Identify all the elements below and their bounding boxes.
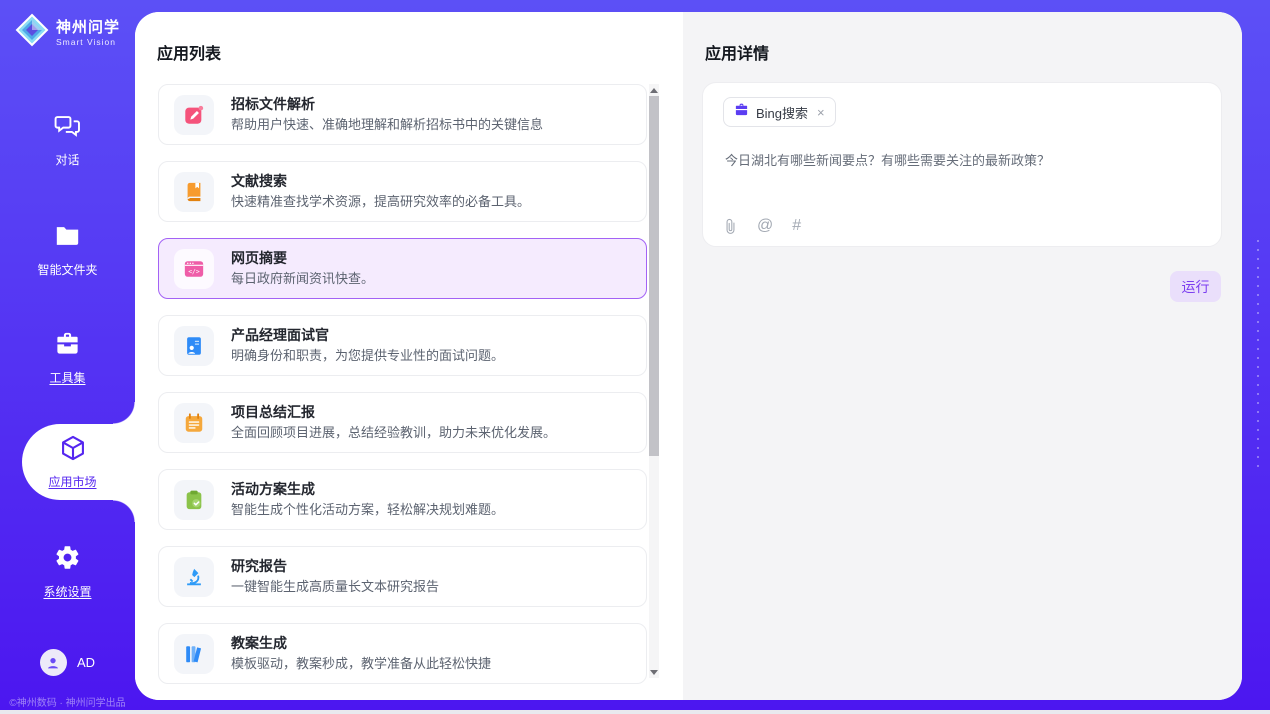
sidebar-item-cube[interactable]: 应用市场	[22, 424, 135, 500]
hash-icon[interactable]: #	[792, 217, 801, 235]
app-card-title: 网页摘要	[231, 251, 374, 266]
clipboard-check-icon	[174, 480, 214, 520]
sidebar-item-label: 对话	[55, 151, 79, 168]
app-card[interactable]: </> 网页摘要每日政府新闻资讯快查。	[158, 238, 647, 299]
chat-icon	[54, 112, 81, 144]
app-card-description: 智能生成个性化活动方案，轻松解决规划难题。	[231, 503, 504, 517]
app-card[interactable]: 项目总结汇报全面回顾项目进展，总结经验教训，助力未来优化发展。	[158, 392, 647, 453]
scrollbar	[649, 84, 659, 678]
app-list-title: 应用列表	[157, 40, 221, 64]
app-card[interactable]: 产品经理面试官明确身份和职责，为您提供专业性的面试问题。	[158, 315, 647, 376]
sidebar-item-chat[interactable]: 对话	[0, 112, 135, 168]
gear-icon	[54, 544, 81, 576]
app-card-description: 模板驱动，教案秒成，教学准备从此轻松快捷	[231, 657, 491, 671]
cube-icon	[59, 434, 87, 467]
browser-code-icon: </>	[174, 249, 214, 289]
brand: 神州问学 Smart Vision	[0, 13, 135, 52]
interview-icon	[174, 326, 214, 366]
books-icon	[174, 634, 214, 674]
sidebar-item-label: 系统设置	[43, 583, 91, 600]
scrollbar-thumb[interactable]	[649, 96, 659, 456]
close-icon[interactable]: ×	[817, 105, 825, 120]
app-card-title: 文献搜索	[231, 174, 530, 189]
gem-logo-icon	[15, 13, 49, 52]
tool-tag-bing-search[interactable]: Bing搜索 ×	[723, 97, 836, 127]
app-card-title: 招标文件解析	[231, 97, 543, 112]
app-card-description: 明确身份和职责，为您提供专业性的面试问题。	[231, 349, 504, 363]
decorative-dots	[1257, 240, 1259, 474]
app-detail-panel: 应用详情 Bing搜索 × 今日湖北有哪些新闻要点？有哪些需要关注的最新政策？ …	[683, 12, 1242, 700]
app-card-title: 教案生成	[231, 636, 491, 651]
app-card[interactable]: 招标文件解析帮助用户快速、准确地理解和解析招标书中的关键信息	[158, 84, 647, 145]
sidebar-item-label: 智能文件夹	[37, 261, 97, 278]
user-account[interactable]: AD	[0, 649, 135, 676]
app-card[interactable]: 文献搜索快速精准查找学术资源，提高研究效率的必备工具。	[158, 161, 647, 222]
app-card[interactable]: 活动方案生成智能生成个性化活动方案，轻松解决规划难题。	[158, 469, 647, 530]
sidebar-item-label: 应用市场	[48, 473, 96, 490]
app-card[interactable]: 研究报告一键智能生成高质量长文本研究报告	[158, 546, 647, 607]
app-card-description: 全面回顾项目进展，总结经验教训，助力未来优化发展。	[231, 426, 556, 440]
mention-icon[interactable]: @	[757, 217, 773, 235]
copyright-text: ©神州数码 · 神州问学出品	[0, 694, 135, 709]
attachment-icon[interactable]	[723, 218, 738, 235]
scroll-down-icon[interactable]	[649, 666, 659, 678]
prompt-input[interactable]: 今日湖北有哪些新闻要点？有哪些需要关注的最新政策？	[725, 152, 1199, 170]
main-content: 应用列表 招标文件解析帮助用户快速、准确地理解和解析招标书中的关键信息文献搜索快…	[135, 12, 1242, 700]
app-card-description: 一键智能生成高质量长文本研究报告	[231, 580, 439, 594]
app-card-description: 每日政府新闻资讯快查。	[231, 272, 374, 286]
run-button[interactable]: 运行	[1170, 271, 1221, 302]
sidebar-item-gear[interactable]: 系统设置	[0, 544, 135, 600]
edit-square-icon	[174, 95, 214, 135]
svg-text:</>: </>	[188, 267, 200, 275]
person-icon	[45, 655, 61, 671]
app-list-panel: 应用列表 招标文件解析帮助用户快速、准确地理解和解析招标书中的关键信息文献搜索快…	[135, 12, 683, 700]
brand-subtitle: Smart Vision	[56, 37, 120, 47]
sidebar-item-folder[interactable]: 智能文件夹	[0, 222, 135, 278]
avatar	[40, 649, 67, 676]
app-card-title: 研究报告	[231, 559, 439, 574]
folder-icon	[54, 222, 81, 254]
prompt-card: Bing搜索 × 今日湖北有哪些新闻要点？有哪些需要关注的最新政策？ @#	[702, 82, 1222, 247]
sidebar-item-toolbox[interactable]: 工具集	[0, 330, 135, 386]
sidebar-item-label: 工具集	[49, 369, 85, 386]
prompt-toolbar: @#	[723, 217, 801, 235]
app-card-description: 帮助用户快速、准确地理解和解析招标书中的关键信息	[231, 118, 543, 132]
microscope-icon	[174, 557, 214, 597]
app-card[interactable]: 教案生成模板驱动，教案秒成，教学准备从此轻松快捷	[158, 623, 647, 684]
briefcase-icon	[734, 102, 749, 122]
app-card-description: 快速精准查找学术资源，提高研究效率的必备工具。	[231, 195, 530, 209]
app-detail-title: 应用详情	[705, 40, 769, 64]
brand-title: 神州问学	[56, 19, 120, 37]
bottom-strip	[0, 710, 1270, 714]
user-initials: AD	[77, 655, 95, 670]
app-card-title: 项目总结汇报	[231, 405, 556, 420]
app-card-title: 产品经理面试官	[231, 328, 504, 343]
sidebar: 神州问学 Smart Vision 对话智能文件夹工具集应用市场系统设置 AD …	[0, 0, 135, 714]
book-icon	[174, 172, 214, 212]
calendar-icon	[174, 403, 214, 443]
scroll-up-icon[interactable]	[649, 84, 659, 96]
toolbox-icon	[54, 330, 81, 362]
app-card-title: 活动方案生成	[231, 482, 504, 497]
tool-tag-label: Bing搜索	[756, 103, 808, 122]
